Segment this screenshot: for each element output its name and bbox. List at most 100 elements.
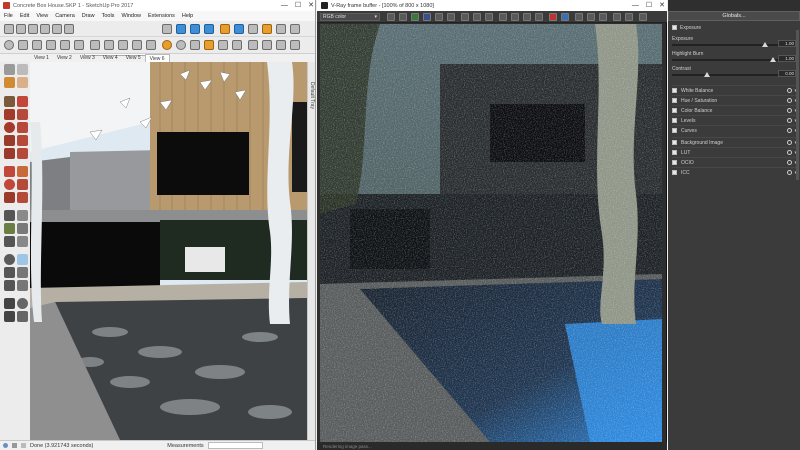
tab-view-2[interactable]: View 2 (53, 54, 76, 62)
paint-icon[interactable] (4, 77, 15, 88)
copy-icon[interactable] (64, 24, 74, 34)
close-icon[interactable]: ✕ (308, 0, 314, 11)
eye-icon[interactable] (787, 128, 793, 133)
offset-tool-icon[interactable] (232, 40, 242, 50)
pie-tool-icon[interactable] (17, 135, 28, 146)
save-image-icon[interactable] (387, 13, 395, 21)
top-view-icon[interactable] (104, 40, 114, 50)
section-icon[interactable] (17, 311, 28, 322)
position-camera-icon[interactable] (4, 298, 15, 309)
eye-icon[interactable] (787, 98, 793, 103)
alpha-channel-icon[interactable] (435, 13, 443, 21)
rotate-tool-icon[interactable] (176, 40, 186, 50)
vray-settings-icon[interactable] (204, 24, 214, 34)
default-tray-collapsed[interactable]: Default Tray (307, 62, 315, 440)
stamp-icon[interactable] (625, 13, 633, 21)
copy-to-clipboard-icon[interactable] (485, 13, 493, 21)
maximize-icon[interactable]: ☐ (295, 0, 301, 11)
highlight-burn-thumb[interactable] (769, 57, 776, 62)
eraser-icon[interactable] (46, 40, 56, 50)
orbit-side-icon[interactable] (4, 254, 15, 265)
wireframe-icon[interactable] (276, 40, 286, 50)
render-image[interactable] (320, 24, 662, 442)
pushpull-icon[interactable] (17, 166, 28, 177)
ies-light-icon[interactable] (290, 24, 300, 34)
layer-white-balance[interactable]: White Balance ▾ (672, 85, 798, 95)
arc-tool-icon[interactable] (4, 135, 15, 146)
layer-ocio[interactable]: OCIO ▾ (672, 157, 798, 167)
vray-light-icon[interactable] (234, 24, 244, 34)
mesh-light-icon[interactable] (276, 24, 286, 34)
freehand-icon[interactable] (17, 96, 28, 107)
rotate-icon[interactable] (4, 179, 15, 190)
pushpull-tool-icon[interactable] (204, 40, 214, 50)
right-view-icon[interactable] (132, 40, 142, 50)
layer-hue-saturation[interactable]: Hue / Saturation ▾ (672, 95, 798, 105)
rotated-rect-icon[interactable] (17, 109, 28, 120)
eye-icon[interactable] (787, 170, 793, 175)
clear-image-icon[interactable] (473, 13, 481, 21)
pan-icon[interactable] (17, 254, 28, 265)
blue-channel-icon[interactable] (423, 13, 431, 21)
layer-lut[interactable]: LUT ▾ (672, 147, 798, 157)
followme-icon[interactable] (17, 179, 28, 190)
follow-me-icon[interactable] (218, 40, 228, 50)
tab-view-1[interactable]: View 1 (30, 54, 53, 62)
exposure-slider-thumb[interactable] (762, 42, 769, 47)
layer-checkbox[interactable] (672, 98, 677, 103)
section-plane-icon[interactable] (248, 40, 258, 50)
menu-view[interactable]: View (36, 13, 48, 19)
asset-editor-icon[interactable] (220, 24, 230, 34)
highlight-burn-track[interactable] (672, 59, 778, 61)
move-icon[interactable] (4, 166, 15, 177)
load-image-icon[interactable] (461, 13, 469, 21)
zoom-window-icon[interactable] (17, 267, 28, 278)
red-channel-icon[interactable] (399, 13, 407, 21)
layer-background-image[interactable]: Background Image ▾ (672, 137, 798, 147)
stop-render-icon[interactable] (549, 13, 557, 21)
vfb-close-icon[interactable]: ✕ (659, 0, 665, 11)
sketchup-viewport[interactable] (30, 62, 307, 440)
menu-tools[interactable]: Tools (102, 13, 115, 19)
iso-view-icon[interactable] (90, 40, 100, 50)
menu-help[interactable]: Help (182, 13, 193, 19)
zoom-icon[interactable] (4, 267, 15, 278)
eye-icon[interactable] (787, 88, 793, 93)
layer-icc[interactable]: ICC ▾ (672, 167, 798, 177)
layer-checkbox[interactable] (672, 150, 677, 155)
layer-levels[interactable]: Levels ▾ (672, 115, 798, 125)
select-tool-icon[interactable] (4, 40, 14, 50)
dimensions-icon[interactable] (17, 210, 28, 221)
select-arrow-icon[interactable] (4, 64, 15, 75)
region-render-icon[interactable] (511, 13, 519, 21)
menu-window[interactable]: Window (121, 13, 141, 19)
paint-bucket-icon[interactable] (18, 40, 28, 50)
open-file-icon[interactable] (16, 24, 26, 34)
3d-text-icon[interactable] (17, 236, 28, 247)
dimension-icon[interactable] (74, 40, 84, 50)
highlight-burn-slider[interactable]: Highlight Burn 1.00 (672, 51, 798, 65)
eye-icon[interactable] (787, 108, 793, 113)
tab-view-4[interactable]: View 4 (99, 54, 122, 62)
measurements-field[interactable] (207, 442, 263, 449)
tab-view-6[interactable]: View 6 (144, 54, 170, 62)
arc3-tool-icon[interactable] (4, 148, 15, 159)
front-view-icon[interactable] (118, 40, 128, 50)
vfb-minimize-icon[interactable]: — (632, 0, 639, 11)
eye-icon[interactable] (787, 140, 793, 145)
eraser-side-icon[interactable] (17, 77, 28, 88)
globals-button[interactable]: Globals... (668, 11, 800, 21)
move-tool-icon[interactable] (162, 40, 172, 50)
protractor-icon[interactable] (4, 223, 15, 234)
contrast-slider[interactable]: Contrast 0.00 (672, 66, 798, 80)
layer-checkbox[interactable] (672, 118, 677, 123)
layer-checkbox[interactable] (672, 170, 677, 175)
layer-checkbox[interactable] (672, 128, 677, 133)
back-view-icon[interactable] (146, 40, 156, 50)
layer-checkbox[interactable] (672, 140, 677, 145)
menu-draw[interactable]: Draw (82, 13, 95, 19)
layer-color-balance[interactable]: Color Balance ▾ (672, 105, 798, 115)
compare-icon[interactable] (639, 13, 647, 21)
dome-light-icon[interactable] (262, 24, 272, 34)
new-file-icon[interactable] (4, 24, 14, 34)
